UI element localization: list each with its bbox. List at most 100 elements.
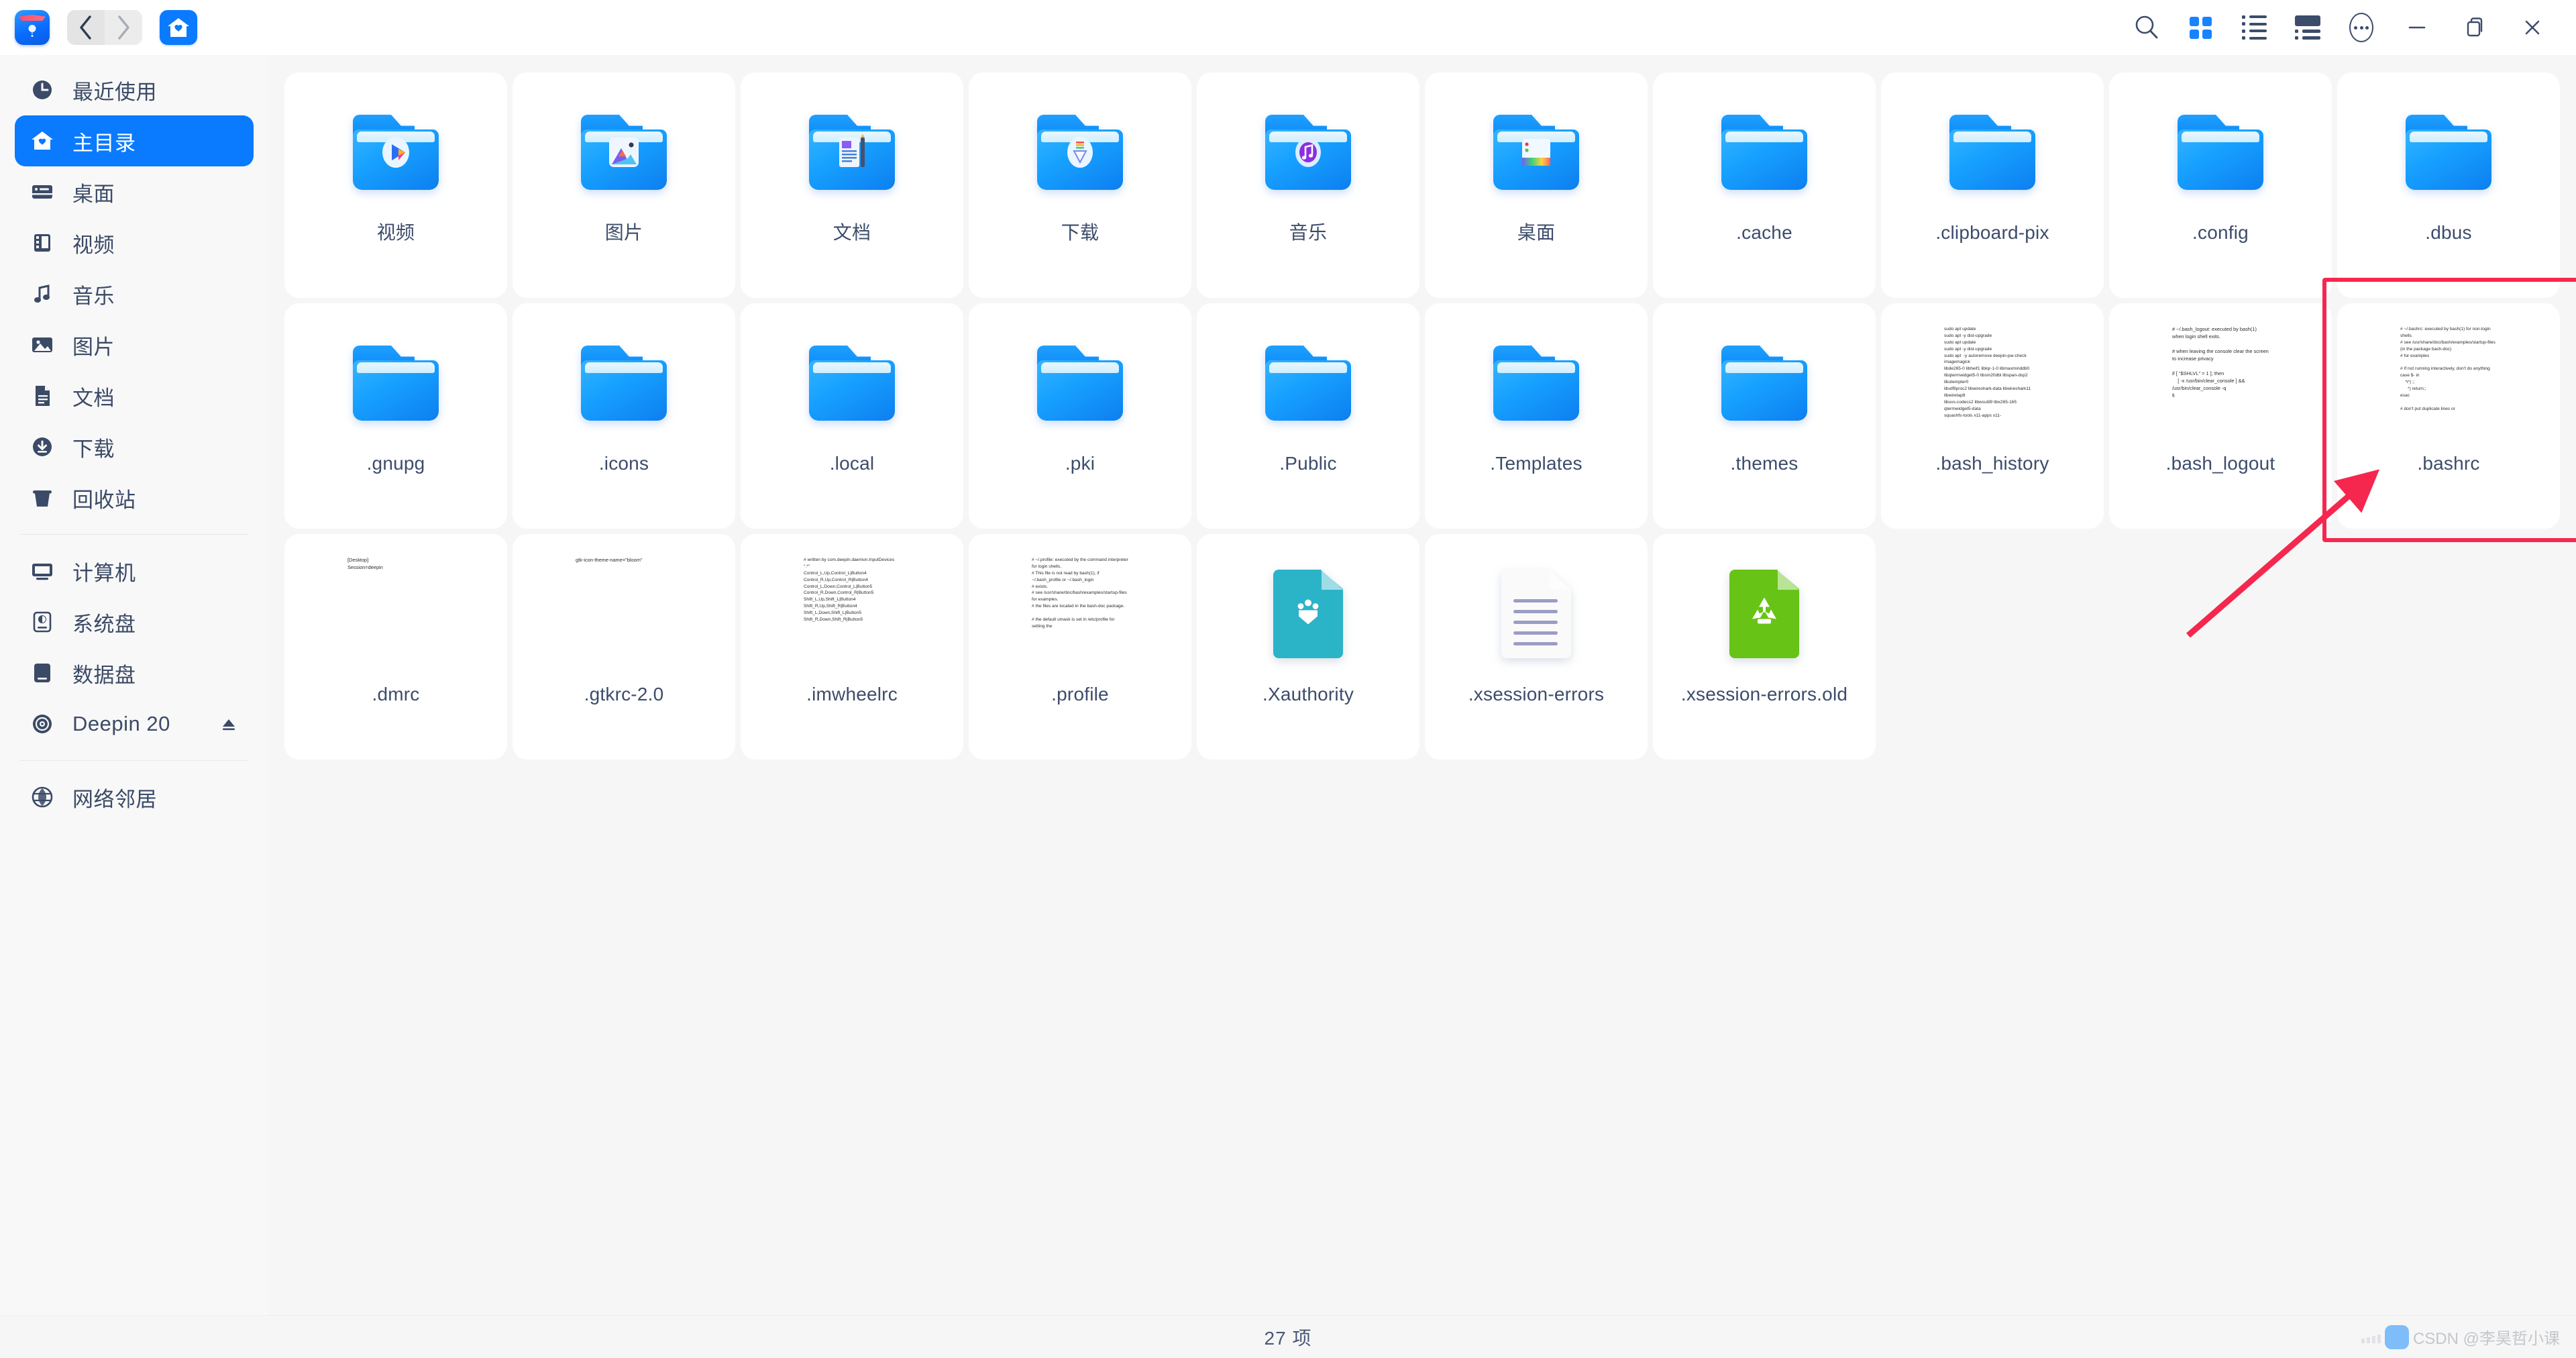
file-thumbnail [1660,552,1869,676]
sidebar-item-文档[interactable]: 文档 [15,370,254,421]
minimize-button[interactable] [2388,6,2446,49]
file-name-label: 桌面 [1517,222,1556,243]
text-preview-thumbnail: # ~/.profile: executed by the command in… [1030,554,1130,674]
file-item[interactable]: 视频 [284,72,507,298]
file-name-label: .profile [1051,684,1109,704]
sidebar-item-桌面[interactable]: 桌面 [15,166,254,217]
file-item[interactable]: .cache [1653,72,1876,298]
list-view-button[interactable] [2227,6,2281,49]
file-thumbnail: gtk-icon-theme-name="bloom" [519,552,729,676]
file-item[interactable]: # ~/.bash_logout: executed by bash(1) wh… [2109,303,2332,529]
recycle-icon [1746,592,1783,636]
desktop-icon [30,179,55,205]
file-item[interactable]: .clipboard-pix [1881,72,2104,298]
file-item[interactable]: # written by com.deepin.daemon.InputDevi… [741,534,963,760]
sidebar-item-下载[interactable]: 下载 [15,421,254,472]
sidebar-item-网络邻居[interactable]: 网络邻居 [15,772,254,823]
file-name-label: .gtkrc-2.0 [584,684,664,704]
file-page-icon [1729,570,1799,658]
file-name-label: .imwheelrc [806,684,898,704]
file-name-label: .Public [1279,453,1337,474]
file-name-label: .themes [1730,453,1799,474]
sidebar-item-数据盘[interactable]: 数据盘 [15,647,254,698]
grid-view-icon [2189,16,2212,39]
file-item[interactable]: .Templates [1425,303,1648,529]
file-item[interactable]: .xsession-errors [1425,534,1648,760]
item-count-label: 27 项 [1264,1327,1312,1349]
file-name-label: .xsession-errors [1468,684,1605,704]
file-item[interactable]: .dbus [2337,72,2560,298]
watermark-text: CSDN @李昊哲小课 [2412,1330,2560,1348]
file-item[interactable]: [Desktop] Session=deepin .dmrc [284,534,507,760]
sidebar-item-视频[interactable]: 视频 [15,217,254,268]
detail-view-button[interactable] [2281,6,2334,49]
home-button[interactable] [160,10,197,45]
sidebar-item-label: 下载 [72,437,115,461]
sidebar-item-回收站[interactable]: 回收站 [15,472,254,523]
file-name-label: 文档 [833,222,871,243]
file-browser-area[interactable]: 视频 图片 文档 下载 音乐 桌面 .cache .clipboard-pix … [268,55,2576,1315]
sidebar-item-label: 回收站 [72,488,136,512]
file-item[interactable]: .pki [969,303,1191,529]
file-name-label: .gnupg [366,453,425,474]
file-item[interactable]: .local [741,303,963,529]
file-name-label: 音乐 [1289,222,1328,243]
eject-icon[interactable] [219,714,239,734]
file-item[interactable]: 下载 [969,72,1191,298]
file-thumbnail [1660,90,1869,215]
trash-icon [30,485,55,511]
trash-icon [33,490,52,507]
more-options-button[interactable] [2334,6,2388,49]
file-item[interactable]: .Xauthority [1197,534,1419,760]
sidebar-item-主目录[interactable]: 主目录 [15,115,254,166]
network-icon [32,786,53,808]
file-thumbnail [1888,90,2097,215]
file-item[interactable]: 文档 [741,72,963,298]
text-preview-thumbnail: # ~/.bash_logout: executed by bash(1) wh… [2171,323,2270,443]
file-item[interactable]: .config [2109,72,2332,298]
search-button[interactable] [2120,6,2174,49]
file-item[interactable]: # ~/.bashrc: executed by bash(1) for non… [2337,303,2560,529]
file-item[interactable]: 桌面 [1425,72,1648,298]
maximize-button[interactable] [2446,6,2504,49]
watermark-logo-icon [2384,1324,2409,1349]
sidebar-item-图片[interactable]: 图片 [15,319,254,370]
sidebar-item-Deepin 20[interactable]: Deepin 20 [15,698,254,749]
watermark: CSDN @李昊哲小课 [2361,1324,2560,1349]
desktop-badge [1515,132,1557,173]
file-item[interactable]: sudo apt update sudo apt -y dist-upgrade… [1881,303,2104,529]
sidebar-item-最近使用[interactable]: 最近使用 [15,64,254,115]
file-thumbnail [1203,552,1413,676]
folder-icon [1721,346,1807,421]
file-thumbnail: # ~/.profile: executed by the command in… [975,552,1185,676]
back-button[interactable] [67,10,105,45]
folder-icon [1949,115,2035,190]
close-button[interactable] [2504,6,2561,49]
disc-icon [33,715,52,733]
file-thumbnail [1203,321,1413,446]
sidebar-item-label: 网络邻居 [72,787,157,811]
file-item[interactable]: 音乐 [1197,72,1419,298]
file-item[interactable]: .themes [1653,303,1876,529]
file-item[interactable]: .Public [1197,303,1419,529]
file-item[interactable]: gtk-icon-theme-name="bloom" .gtkrc-2.0 [513,534,735,760]
sidebar-item-系统盘[interactable]: 系统盘 [15,596,254,647]
forward-button[interactable] [105,10,142,45]
file-grid: 视频 图片 文档 下载 音乐 桌面 .cache .clipboard-pix … [284,72,2560,760]
file-item[interactable]: .gnupg [284,303,507,529]
file-item[interactable]: .icons [513,303,735,529]
file-item[interactable]: 图片 [513,72,735,298]
download-icon [30,434,55,460]
file-item[interactable]: .xsession-errors.old [1653,534,1876,760]
sidebar-item-label: 文档 [72,386,115,410]
file-name-label: .Templates [1490,453,1582,474]
file-item[interactable]: # ~/.profile: executed by the command in… [969,534,1191,760]
sidebar-item-音乐[interactable]: 音乐 [15,268,254,319]
title-bar-right [2120,6,2576,49]
sidebar-item-计算机[interactable]: 计算机 [15,545,254,596]
download-badge [1059,132,1101,173]
icon-view-button[interactable] [2174,6,2227,49]
home-icon [30,128,55,154]
file-name-label: .bashrc [2417,453,2480,474]
file-name-label: .xsession-errors.old [1680,684,1848,704]
